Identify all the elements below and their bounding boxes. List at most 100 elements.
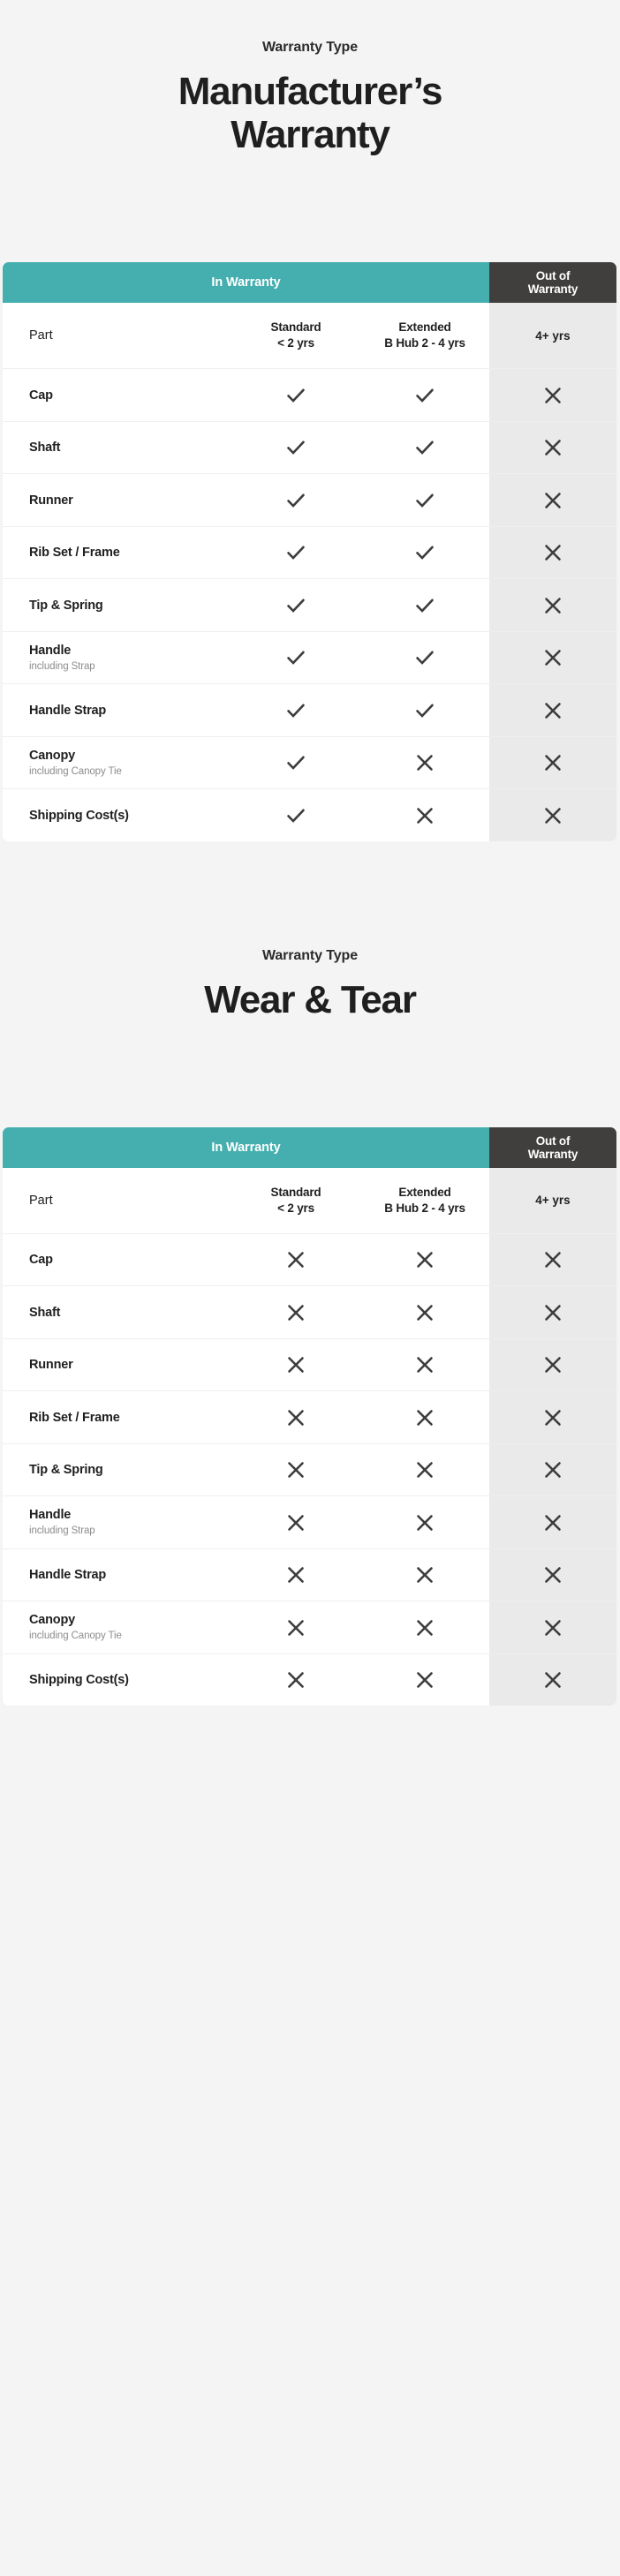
cross-icon (542, 1249, 563, 1270)
cell-standard (231, 632, 360, 684)
cell-standard (231, 789, 360, 841)
cell-part: Cap (3, 1234, 231, 1286)
cell-out-of-warranty (489, 1338, 616, 1391)
table-row: Shipping Cost(s) (3, 788, 616, 841)
check-icon (284, 489, 307, 512)
cell-out-of-warranty (489, 736, 616, 789)
part-name: Shipping Cost(s) (29, 808, 129, 823)
cell-out-of-warranty (489, 631, 616, 684)
cross-icon (414, 1459, 435, 1480)
in-warranty-columns: Part Standard < 2 yrs Extended B Hub 2 -… (3, 303, 489, 368)
column-header-standard-line1: Standard (270, 320, 321, 335)
cross-icon (285, 1669, 306, 1691)
in-warranty-cells: Rib Set / Frame (3, 527, 489, 579)
table-row: Tip & Spring (3, 1442, 616, 1496)
cell-standard (231, 1496, 360, 1548)
column-header-extended: Extended B Hub 2 - 4 yrs (360, 1168, 489, 1233)
cross-icon (414, 1354, 435, 1375)
out-of-warranty-banner-line2: Warranty (527, 282, 578, 297)
column-header-extended-line2: B Hub 2 - 4 yrs (384, 336, 465, 350)
out-of-warranty-banner: Out of Warranty (489, 1126, 616, 1168)
table-row: Canopy including Canopy Tie (3, 1601, 616, 1653)
check-icon (284, 699, 307, 722)
cell-standard (231, 1286, 360, 1338)
part-label-stack: Handle including Strap (29, 1507, 95, 1538)
check-icon (284, 541, 307, 564)
cross-icon (542, 647, 563, 668)
part-name: Tip & Spring (29, 1463, 103, 1478)
table-column-header-row: Part Standard < 2 yrs Extended B Hub 2 -… (3, 1167, 616, 1233)
cell-standard (231, 579, 360, 631)
cross-icon (285, 1302, 306, 1323)
cross-icon (542, 700, 563, 721)
cell-out-of-warranty (489, 1496, 616, 1548)
cell-standard (231, 422, 360, 474)
part-name: Handle (29, 1508, 72, 1523)
table-column-header-row: Part Standard < 2 yrs Extended B Hub 2 -… (3, 303, 616, 369)
section-title: Wear & Tear (21, 978, 599, 1021)
cell-extended (360, 369, 489, 421)
cell-out-of-warranty (489, 421, 616, 474)
column-header-standard: Standard < 2 yrs (231, 1168, 360, 1233)
cell-standard (231, 1391, 360, 1443)
cell-extended (360, 1549, 489, 1601)
part-name: Runner (29, 493, 73, 508)
in-warranty-cells: Tip & Spring (3, 579, 489, 631)
in-warranty-banner: In Warranty (3, 262, 489, 304)
cross-icon (414, 1302, 435, 1323)
cell-standard (231, 684, 360, 736)
cross-icon (542, 542, 563, 563)
in-warranty-cells: Cap (3, 1234, 489, 1286)
cell-standard (231, 1339, 360, 1391)
part-subtitle: including Canopy Tie (29, 1631, 122, 1642)
section-title: Manufacturer’s Warranty (21, 70, 599, 157)
column-header-extended-line1: Extended (398, 320, 451, 335)
cell-part: Shaft (3, 1286, 231, 1338)
cell-extended (360, 632, 489, 684)
section-eyebrow: Warranty Type (261, 40, 359, 55)
cell-extended (360, 1234, 489, 1286)
table-row: Rib Set / Frame (3, 1390, 616, 1443)
cell-out-of-warranty (489, 1601, 616, 1653)
cell-standard (231, 1654, 360, 1706)
top-spacer (0, 0, 620, 39)
cell-part: Tip & Spring (3, 579, 231, 631)
cross-icon (414, 752, 435, 773)
heading-table-spacer (0, 156, 620, 262)
check-icon (413, 489, 436, 512)
bottom-spacer (0, 1706, 620, 1771)
cell-out-of-warranty (489, 369, 616, 421)
in-warranty-cells: Canopy including Canopy Tie (3, 1601, 489, 1653)
cell-part: Tip & Spring (3, 1444, 231, 1496)
cross-icon (414, 1249, 435, 1270)
table-banner-row: In Warranty Out of Warranty (3, 262, 616, 304)
cell-part: Runner (3, 1339, 231, 1391)
cross-icon (542, 1512, 563, 1533)
column-header-extended: Extended B Hub 2 - 4 yrs (360, 303, 489, 368)
cell-part: Shipping Cost(s) (3, 1654, 231, 1706)
cell-part: Handle Strap (3, 684, 231, 736)
check-icon (284, 646, 307, 669)
column-header-part: Part (29, 1193, 53, 1208)
cell-out-of-warranty (489, 1391, 616, 1443)
column-header-out-of-warranty: 4+ yrs (489, 303, 616, 369)
check-icon (413, 699, 436, 722)
section-eyebrow: Warranty Type (261, 947, 359, 963)
column-header-extended-line1: Extended (398, 1185, 451, 1199)
in-warranty-cells: Runner (3, 474, 489, 526)
part-name: Shaft (29, 1305, 61, 1320)
cell-extended (360, 737, 489, 789)
in-warranty-cells: Cap (3, 369, 489, 421)
part-name: Shipping Cost(s) (29, 1673, 129, 1688)
check-icon (284, 384, 307, 407)
cell-out-of-warranty (489, 1286, 616, 1338)
in-warranty-cells: Shaft (3, 1286, 489, 1338)
in-warranty-cells: Rib Set / Frame (3, 1391, 489, 1443)
check-icon (413, 646, 436, 669)
cross-icon (285, 1407, 306, 1428)
table-row: Handle including Strap (3, 1495, 616, 1548)
part-name: Handle (29, 643, 72, 658)
cell-part: Shipping Cost(s) (3, 789, 231, 841)
cell-extended (360, 527, 489, 579)
